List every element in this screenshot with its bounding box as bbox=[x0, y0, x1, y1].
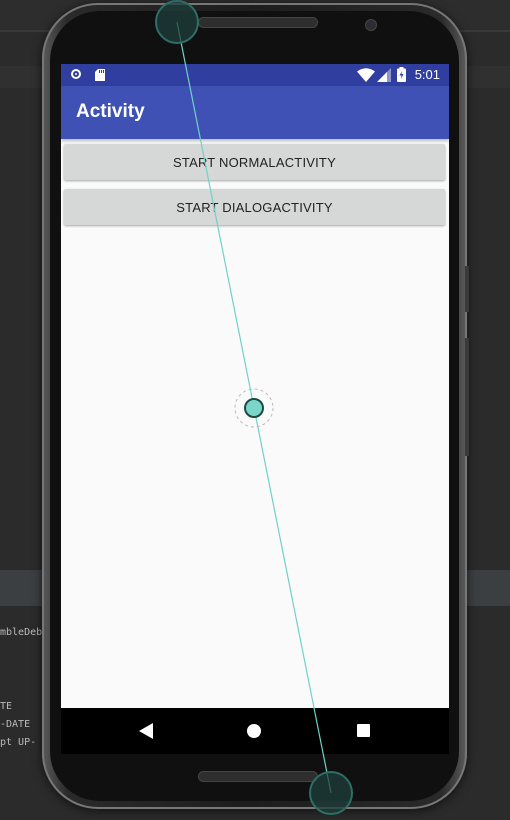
top-speaker bbox=[198, 17, 318, 28]
bottom-speaker bbox=[198, 771, 318, 782]
cell-signal-icon bbox=[377, 68, 391, 82]
volume-button[interactable] bbox=[465, 338, 469, 456]
console-line: -DATE bbox=[0, 719, 31, 730]
power-button[interactable] bbox=[465, 266, 469, 312]
start-normal-activity-button[interactable]: START NORMALACTIVITY bbox=[64, 144, 445, 180]
console-line: TE bbox=[0, 701, 13, 712]
start-dialog-activity-button[interactable]: START DIALOGACTIVITY bbox=[64, 189, 445, 225]
status-bar: 5:01 bbox=[61, 64, 449, 86]
recents-icon[interactable] bbox=[357, 724, 370, 737]
wifi-icon bbox=[357, 68, 375, 82]
console-line: mbleDeb bbox=[0, 627, 43, 638]
home-icon[interactable] bbox=[247, 724, 261, 738]
navigation-bar bbox=[61, 708, 449, 754]
status-time: 5:01 bbox=[414, 67, 440, 82]
front-camera bbox=[366, 20, 376, 30]
device-screen[interactable]: 5:01 Activity START NORMALACTIVITY START… bbox=[61, 64, 449, 754]
notification-circle-icon bbox=[71, 69, 81, 79]
app-title: Activity bbox=[76, 101, 145, 122]
battery-charging-icon bbox=[397, 67, 406, 82]
app-bar: Activity bbox=[61, 86, 449, 139]
back-icon[interactable] bbox=[139, 723, 153, 739]
sd-card-icon bbox=[95, 69, 105, 81]
console-line: pt UP- bbox=[0, 737, 37, 748]
